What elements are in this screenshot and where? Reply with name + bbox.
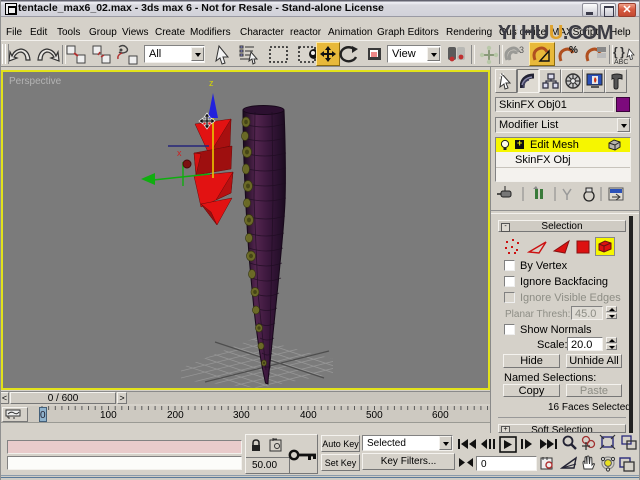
svg-text:3: 3: [519, 45, 524, 55]
svg-text:%: %: [569, 45, 578, 56]
svg-text:x: x: [177, 148, 182, 158]
svg-text:z: z: [209, 78, 214, 88]
svg-text:ABC: ABC: [614, 59, 628, 66]
svg-text:Perspective: Perspective: [9, 76, 62, 87]
svg-text:{ }: { }: [613, 45, 625, 59]
